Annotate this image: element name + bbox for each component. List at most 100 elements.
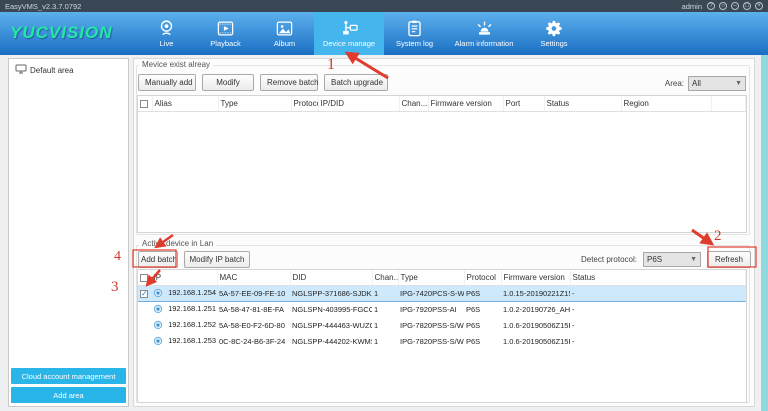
add-batch-button[interactable]: Add batch	[138, 251, 178, 268]
window-edge-strip	[761, 55, 768, 411]
column-header[interactable]: Chan...	[399, 96, 429, 112]
device-row[interactable]: 192.168.1.251 5A-58-47-81-8E-FA NGLSPN-4…	[138, 301, 746, 317]
device-type: IPG-7820PSS-S/W	[400, 320, 464, 330]
settings-icon	[545, 19, 564, 38]
device-icon	[153, 320, 163, 330]
close-icon[interactable]: ×	[755, 2, 763, 10]
select-all-checkbox[interactable]	[140, 273, 148, 282]
tab-album[interactable]: Album	[255, 12, 314, 55]
remove-batch-button[interactable]: Remove batch	[260, 74, 319, 91]
select-all-checkbox[interactable]	[140, 99, 148, 108]
device-did: NGLSPN-403995-FGCCN	[292, 304, 372, 314]
device-row[interactable]: 192.168.1.252 5A-58-E0-F2-6D-80 NGLSPP-4…	[138, 317, 746, 333]
column-header[interactable]: Alias	[152, 96, 219, 112]
device-channels: 1	[372, 284, 398, 302]
device-row[interactable]: 192.168.1.253 0C-8C-24-B6-3F-24 NGLSPP-4…	[138, 333, 746, 349]
device-status: -	[570, 284, 746, 302]
monitor-icon	[15, 64, 27, 76]
detect-protocol-select[interactable]: P6S ▼	[643, 252, 701, 267]
column-header[interactable]: Port	[503, 96, 545, 112]
cloud-account-management-button[interactable]: Cloud account management	[11, 368, 126, 384]
device-mac: 5A-57-EE-09-FE-10	[217, 284, 290, 302]
content-area: Default area Cloud account management Ad…	[0, 55, 768, 411]
user-icon[interactable]: ○	[719, 2, 727, 10]
tree-item-default-area[interactable]: Default area	[15, 64, 74, 76]
device-ip: 192.168.1.252	[168, 319, 217, 329]
album-icon	[275, 19, 294, 38]
minimize-icon[interactable]: –	[731, 2, 739, 10]
column-header[interactable]: Status	[570, 270, 746, 286]
device-mac: 0C-8C-24-B6-3F-24	[219, 336, 286, 346]
window-title: EasyVMS_v2.3.7.0792	[5, 1, 82, 11]
tab-settings[interactable]: Settings	[523, 12, 585, 55]
tab-live[interactable]: Live	[137, 12, 196, 55]
section-title-active-lan: Active device in Lan	[139, 239, 217, 248]
tab-device-manage[interactable]: Device manage	[314, 12, 384, 55]
active-lan-table: IP MAC DID Chan... Type Protocol Firmware vers…	[137, 269, 747, 403]
device-ip: 192.168.1.251	[168, 304, 217, 314]
tab-system-log[interactable]: System log	[384, 12, 445, 55]
column-header[interactable]: Type	[398, 270, 465, 286]
column-header[interactable]: DID	[290, 270, 373, 286]
column-header[interactable]: Type	[218, 96, 292, 112]
tree-item-label: Default area	[30, 65, 74, 75]
device-channels: 1	[374, 304, 379, 314]
playback-icon	[216, 19, 235, 38]
device-did: NGLSPP-444202-KWMSC	[292, 336, 372, 346]
column-header[interactable]: Protocol	[291, 96, 319, 112]
device-mac: 5A-58-E0-F2-6D-80	[219, 320, 285, 330]
device-manage-panel: Mevice exist alreay Manually add Modify …	[133, 58, 755, 407]
help-icon[interactable]: ?	[707, 2, 715, 10]
tab-label: Playback	[210, 39, 241, 48]
column-header[interactable]: IP	[151, 270, 218, 286]
column-header[interactable]: Firmware version	[428, 96, 504, 112]
device-did: NGLSPP-444463-WUZGR	[292, 320, 372, 330]
modify-button[interactable]: Modify	[202, 74, 254, 91]
device-mac: 5A-58-47-81-8E-FA	[219, 304, 285, 314]
device-type: IPG-7820PSS-S/W	[400, 336, 464, 346]
device-ip: 192.168.1.254	[168, 287, 217, 297]
device-icon	[153, 336, 163, 346]
device-firmware: 1.0.2-20190726_AH...	[503, 304, 570, 314]
tab-alarm-information[interactable]: Alarm information	[445, 12, 523, 55]
device-firmware: 1.0.15-20190221Z15	[501, 284, 570, 302]
maximize-icon[interactable]: □	[743, 2, 751, 10]
device-firmware: 1.0.6-20190506Z15PTZ	[503, 336, 570, 346]
batch-upgrade-button[interactable]: Batch upgrade	[324, 74, 388, 91]
alarm-icon	[475, 19, 494, 38]
area-select[interactable]: All ▼	[688, 76, 746, 91]
column-header[interactable]: Region	[621, 96, 712, 112]
device-protocol: P6S	[466, 304, 481, 314]
refresh-button[interactable]: Refresh	[707, 251, 751, 268]
column-header[interactable]: Chan...	[372, 270, 399, 286]
device-exist-table-header: AliasTypeProtocolIP/DIDChan...Firmware v…	[138, 96, 746, 112]
column-header[interactable]: Status	[544, 96, 622, 112]
manually-add-button[interactable]: Manually add	[138, 74, 196, 91]
live-camera-icon	[157, 19, 176, 38]
column-header[interactable]: Protocol	[464, 270, 502, 286]
column-header[interactable]: MAC	[217, 270, 291, 286]
modify-ip-batch-button[interactable]: Modify IP batch	[184, 251, 250, 268]
device-exist-table: AliasTypeProtocolIP/DIDChan...Firmware v…	[137, 95, 747, 233]
device-type: IPG-7920PSS-AI	[400, 304, 457, 314]
device-protocol: P6S	[464, 284, 501, 302]
active-lan-table-header: IP MAC DID Chan... Type Protocol Firmware vers…	[138, 270, 746, 286]
system-log-icon	[405, 19, 424, 38]
row-checkbox[interactable]	[140, 289, 148, 298]
device-channels: 1	[374, 336, 379, 346]
tab-label: Album	[273, 39, 296, 48]
column-header[interactable]: IP/DID	[318, 96, 400, 112]
column-header[interactable]: Firmware version	[501, 270, 571, 286]
tab-playback[interactable]: Playback	[196, 12, 255, 55]
device-firmware: 1.0.6-20190506Z15PTZ	[503, 320, 570, 330]
add-area-button[interactable]: Add area	[11, 387, 126, 403]
area-tree-panel: Default area Cloud account management Ad…	[8, 58, 129, 407]
device-manage-icon	[340, 19, 359, 38]
device-ip: 192.168.1.253	[168, 335, 217, 345]
section-title-device-exist: Mevice exist alreay	[139, 60, 214, 69]
device-status: -	[572, 336, 575, 346]
device-status: -	[572, 304, 575, 314]
device-row[interactable]: 192.168.1.254 5A-57-EE-09-FE-10 NGLSPP-3…	[138, 284, 746, 302]
device-channels: 1	[374, 320, 379, 330]
titlebar: EasyVMS_v2.3.7.0792 admin ? ○ – □ ×	[0, 0, 768, 12]
